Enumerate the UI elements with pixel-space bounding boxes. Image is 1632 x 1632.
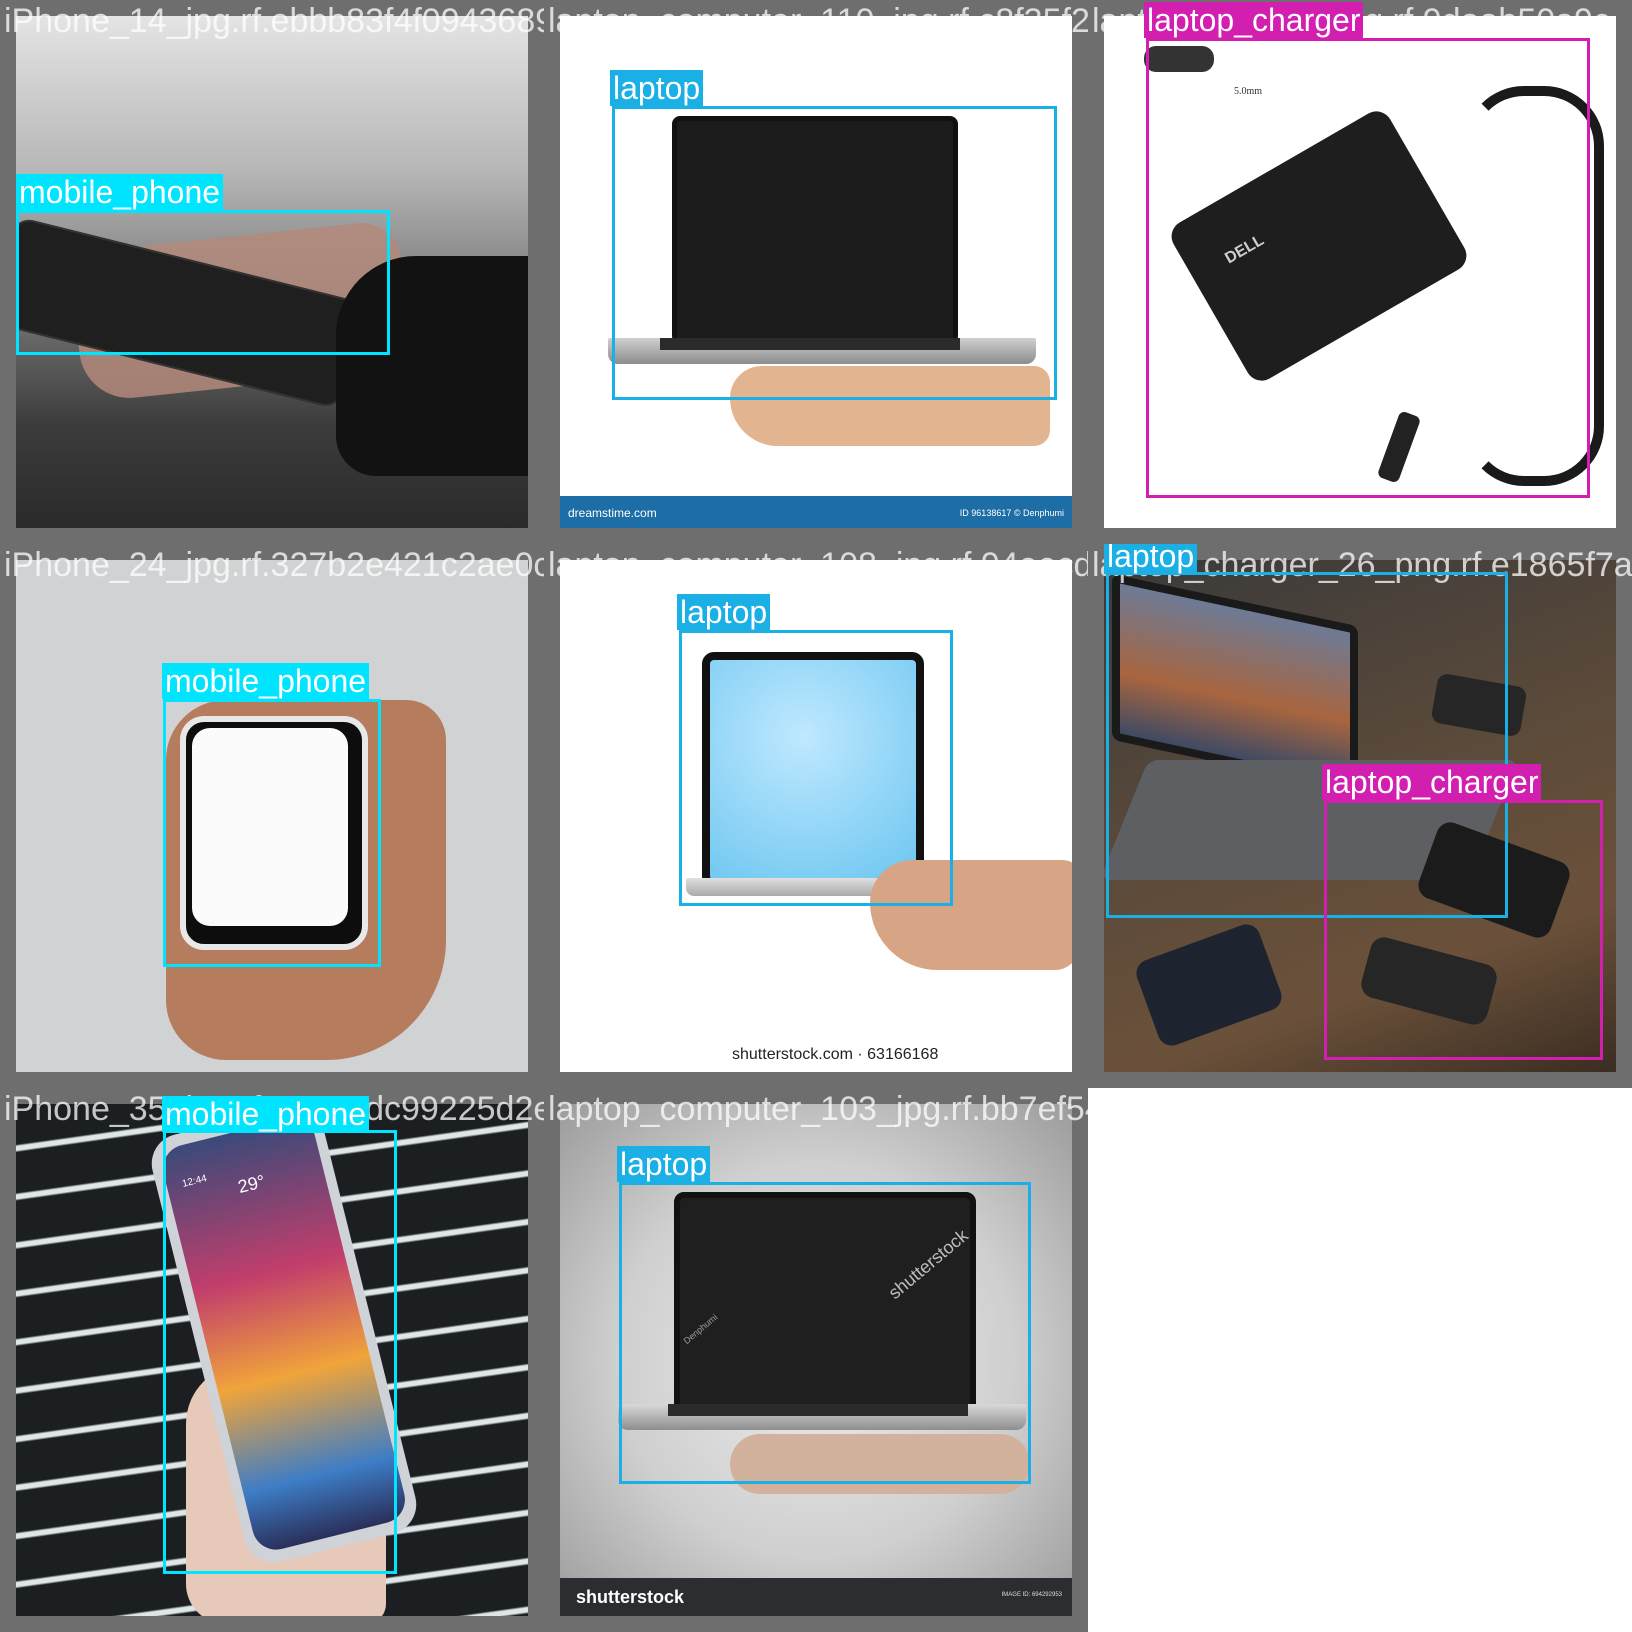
- bbox-mobile-phone: [163, 699, 381, 967]
- bbox-label: laptop_charger: [1144, 2, 1364, 38]
- bbox-label: laptop: [617, 1146, 711, 1182]
- tile-laptop-108: shutterstock.com · 63166168 laptop_compu…: [544, 544, 1088, 1088]
- charger-brick: [1132, 920, 1286, 1050]
- watermark-text: ID 96138617 © Denphumi: [959, 508, 1064, 518]
- watermark-text: shutterstock: [576, 1587, 685, 1607]
- tile-laptop-charger-26: laptop_charger_26_png.rf.e1865f7a1a lapt…: [1088, 544, 1632, 1088]
- tile-iphone-14: iPhone_14_jpg.rf.ebbb83f4f0943689 mobile…: [0, 0, 544, 544]
- bbox-laptop: [619, 1182, 1031, 1484]
- watermark-text: shutterstock.com · 63166168: [732, 1046, 939, 1063]
- tile-laptop-103: shutterstock Denphumi shutterstock IMAGE…: [544, 1088, 1088, 1632]
- tile-laptop-110: dreamstime.com ID 96138617 © Denphumi la…: [544, 0, 1088, 544]
- tile-iphone-35: 12:44 29° iPhone_35_jpg.rf.3aa5adc99225d…: [0, 1088, 544, 1632]
- tile-filename: laptop_computer_108_jpg.rf.94eecd0a: [548, 546, 1088, 584]
- bbox-laptop: [679, 630, 953, 906]
- bbox-laptop: [612, 106, 1057, 400]
- bbox-label: laptop: [677, 594, 771, 630]
- bbox-label: mobile_phone: [162, 1096, 370, 1132]
- bbox-mobile-phone: [163, 1130, 397, 1574]
- bbox-laptop-charger: [1324, 800, 1603, 1060]
- bbox-laptop-charger: [1146, 38, 1590, 498]
- bbox-label: mobile_phone: [162, 663, 370, 699]
- tile-filename: iPhone_14_jpg.rf.ebbb83f4f0943689: [4, 2, 544, 40]
- bbox-label: laptop: [610, 70, 704, 106]
- bbox-label: mobile_phone: [16, 174, 224, 210]
- watermark-text: IMAGE ID: 694292953: [1001, 1592, 1062, 1598]
- tile-filename: iPhone_24_jpg.rf.327b2e421c2ae0c7a85f1: [4, 546, 544, 584]
- bbox-mobile-phone: [16, 210, 390, 355]
- bbox-label: laptop_charger: [1322, 764, 1542, 800]
- tile-filename: laptop_computer_110_jpg.rf.c8f35f2a4a6: [548, 2, 1088, 40]
- watermark-text: dreamstime.com: [568, 506, 657, 520]
- tile-iphone-24: iPhone_24_jpg.rf.327b2e421c2ae0c7a85f1 m…: [0, 544, 544, 1088]
- empty-cell: [1088, 1088, 1632, 1632]
- tile-laptop-charger: DELL 5.0mm laptop_charger_jpg.rf.9daab50…: [1088, 0, 1632, 544]
- bbox-label: laptop: [1104, 544, 1198, 574]
- tile-filename: laptop_computer_103_jpg.rf.bb7ef543dd689: [548, 1090, 1088, 1128]
